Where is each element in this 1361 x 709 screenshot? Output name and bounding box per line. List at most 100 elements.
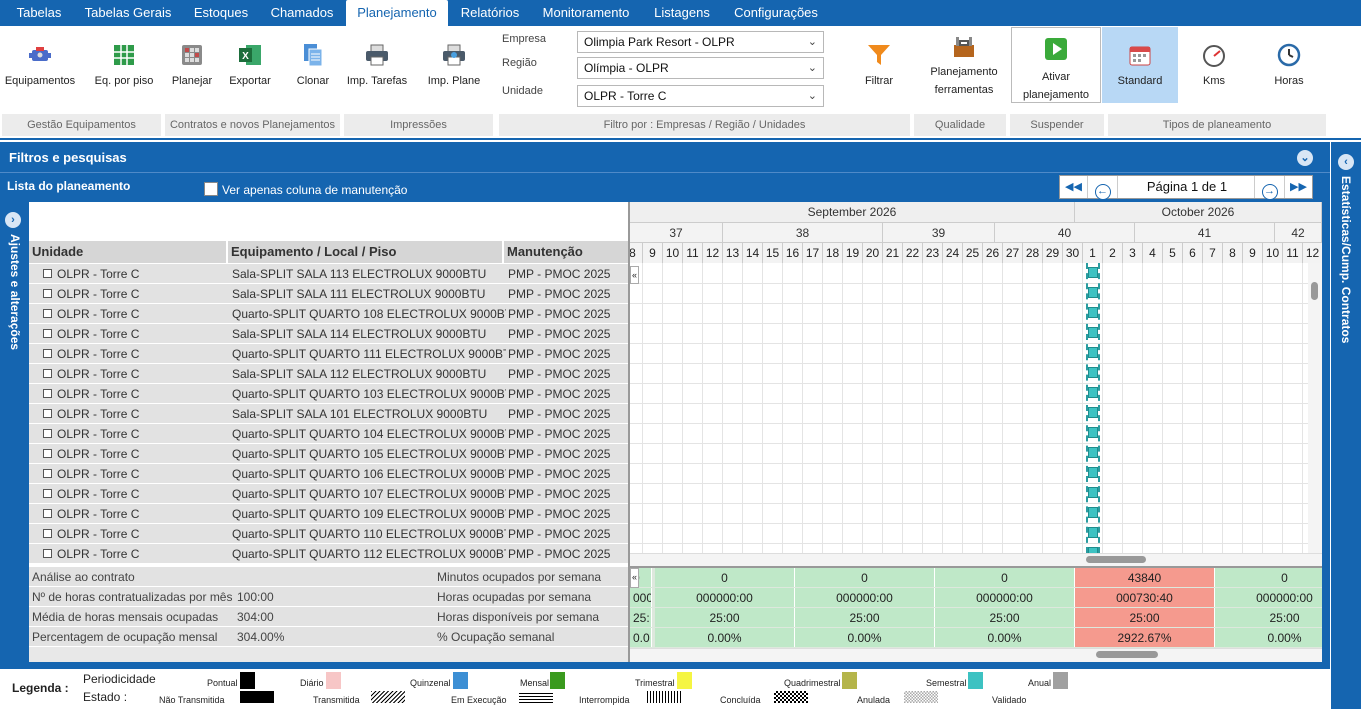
task-bar[interactable] [1088,487,1098,498]
row-checkbox[interactable] [43,449,52,458]
tab-estoques[interactable]: Estoques [184,0,258,26]
vertical-scrollbar[interactable] [1308,263,1322,555]
table-row[interactable]: OLPR - Torre C Quarto-SPLIT QUARTO 110 EL… [29,524,628,544]
row-checkbox[interactable] [43,529,52,538]
collapse-left-icon[interactable]: « [630,266,639,284]
task-bar[interactable] [1088,267,1098,278]
row-checkbox[interactable] [43,349,52,358]
ativar-planejamento-button[interactable]: Ativar planejamento [1011,27,1101,103]
table-row[interactable]: OLPR - Torre C Quarto-SPLIT QUARTO 108 EL… [29,304,628,324]
imp-tarefas-button[interactable]: Imp. Tarefas [344,26,410,116]
prev-page-button[interactable]: ← [1088,176,1118,200]
scroll-thumb[interactable] [1311,282,1318,300]
row-checkbox[interactable] [43,409,52,418]
legend-semestral: Semestral [926,678,967,688]
filtrar-button[interactable]: Filtrar [852,26,906,116]
table-row[interactable]: OLPR - Torre C Quarto-SPLIT QUARTO 106 EL… [29,464,628,484]
exportar-button[interactable]: X Exportar [224,26,276,116]
left-side-tab[interactable]: › Ajustes e alterações [0,202,29,667]
imp-plane-button[interactable]: Imp. Plane [424,26,484,116]
task-bar[interactable] [1088,507,1098,518]
table-row[interactable]: OLPR - Torre C Sala-SPLIT SALA 111 ELECTR… [29,284,628,304]
horizontal-scrollbar[interactable] [630,553,1322,566]
table-row[interactable]: OLPR - Torre C Quarto-SPLIT QUARTO 109 EL… [29,504,628,524]
summary-cell: 000000:00 [795,588,935,607]
tab-planejamento[interactable]: Planejamento [346,0,448,26]
row-checkbox[interactable] [43,309,52,318]
horas-button[interactable]: Horas [1262,26,1316,116]
task-bar[interactable] [1088,347,1098,358]
task-bar[interactable] [1088,527,1098,538]
horizontal-scrollbar[interactable] [630,648,1322,662]
task-bar[interactable] [1088,407,1098,418]
maintenance-only-checkbox[interactable] [204,182,218,196]
planejar-button[interactable]: Planejar [166,26,218,116]
unidade-select[interactable]: OLPR - Torre C ⌄ [577,85,824,107]
col-header-manutencao[interactable]: Manutenção [504,241,628,263]
regiao-select[interactable]: Olímpia - OLPR ⌄ [577,57,824,79]
first-page-icon[interactable]: ◀◀ [1060,176,1088,198]
standard-button[interactable]: Standard [1102,27,1178,103]
eq-por-piso-button[interactable]: Eq. por piso [88,26,160,116]
task-bar[interactable] [1088,447,1098,458]
table-row[interactable]: OLPR - Torre C Sala-SPLIT SALA 112 ELECTR… [29,364,628,384]
next-page-button[interactable]: → [1254,176,1284,200]
table-row[interactable]: OLPR - Torre C Quarto-SPLIT QUARTO 104 EL… [29,424,628,444]
equipamentos-button[interactable]: Equipamentos [2,26,78,116]
filters-bar[interactable]: Filtros e pesquisas ⌄ [0,145,1330,172]
row-checkbox[interactable] [43,549,52,558]
day-header: 19 [843,242,863,263]
task-bar[interactable] [1088,467,1098,478]
tab-tabelas-gerais[interactable]: Tabelas Gerais [76,0,180,26]
right-side-tab[interactable]: ‹ Estatísticas/Cump. Contratos [1331,142,1361,709]
summary-row: Percentagem de ocupação mensal 304.00% % O… [29,627,628,647]
scroll-thumb[interactable] [1086,556,1146,563]
table-row[interactable]: OLPR - Torre C Quarto-SPLIT QUARTO 111 EL… [29,344,628,364]
task-bar[interactable] [1088,327,1098,338]
grid-line [702,263,703,553]
tab-configuracoes[interactable]: Configurações [724,0,828,26]
task-bar[interactable] [1088,287,1098,298]
collapse-left-icon[interactable]: « [630,568,639,588]
tab-listagens[interactable]: Listagens [644,0,720,26]
tab-relatorios[interactable]: Relatórios [452,0,528,26]
row-checkbox[interactable] [43,389,52,398]
kms-button[interactable]: Kms [1186,26,1242,116]
row-checkbox[interactable] [43,269,52,278]
chevron-right-icon[interactable]: › [5,212,21,228]
last-page-icon[interactable]: ▶▶ [1284,176,1312,198]
legend-transmitida: Transmitida [313,695,360,705]
row-checkbox[interactable] [43,289,52,298]
col-header-equipamento[interactable]: Equipamento / Local / Piso [228,241,504,263]
row-checkbox[interactable] [43,489,52,498]
tab-monitoramento[interactable]: Monitoramento [532,0,640,26]
empresa-select[interactable]: Olimpia Park Resort - OLPR ⌄ [577,31,824,53]
row-checkbox[interactable] [43,509,52,518]
clonar-button[interactable]: Clonar [288,26,338,116]
table-row[interactable]: OLPR - Torre C Quarto-SPLIT QUARTO 103 EL… [29,384,628,404]
scroll-thumb[interactable] [1096,651,1158,658]
chevron-left-icon[interactable]: ‹ [1338,154,1354,170]
task-bar[interactable] [1088,367,1098,378]
planejamento-ferramentas-button[interactable]: Planejamento ferramentas [924,26,1004,116]
row-checkbox[interactable] [43,429,52,438]
row-checkbox[interactable] [43,469,52,478]
col-header-unidade[interactable]: Unidade [29,241,228,263]
task-bar[interactable] [1088,427,1098,438]
table-row[interactable]: OLPR - Torre C Quarto-SPLIT QUARTO 107 EL… [29,484,628,504]
chevron-down-icon: ⌄ [807,62,817,74]
chevron-down-icon[interactable]: ⌄ [1297,150,1313,166]
row-checkbox[interactable] [43,329,52,338]
splitter[interactable] [628,202,630,662]
page-indicator: Página 1 de 1 [1146,179,1228,194]
tab-chamados[interactable]: Chamados [262,0,342,26]
tab-tabelas[interactable]: Tabelas [6,0,72,26]
row-checkbox[interactable] [43,369,52,378]
table-row[interactable]: OLPR - Torre C Sala-SPLIT SALA 114 ELECTR… [29,324,628,344]
table-row[interactable]: OLPR - Torre C Sala-SPLIT SALA 113 ELECTR… [29,264,628,284]
table-row[interactable]: OLPR - Torre C Sala-SPLIT SALA 101 ELECTR… [29,404,628,424]
task-bar[interactable] [1088,307,1098,318]
task-bar[interactable] [1088,387,1098,398]
table-row[interactable]: OLPR - Torre C Quarto-SPLIT QUARTO 112 EL… [29,544,628,564]
table-row[interactable]: OLPR - Torre C Quarto-SPLIT QUARTO 105 EL… [29,444,628,464]
